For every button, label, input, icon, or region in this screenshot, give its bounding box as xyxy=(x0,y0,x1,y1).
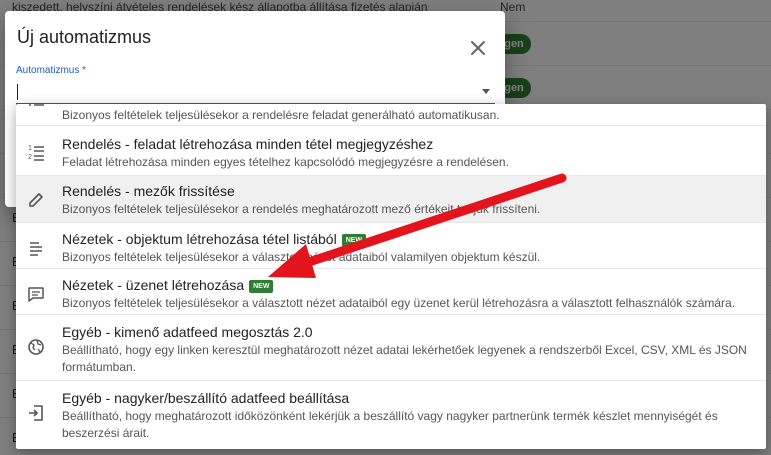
list-item[interactable]: Egyéb - nagyker/beszállító adatfeed beál… xyxy=(16,381,766,449)
list-item-description: Bizonyos feltételek teljesülésekor a vál… xyxy=(62,296,736,310)
list-item[interactable]: Nézetek - objektum létrehozása tétel lis… xyxy=(16,223,766,269)
list-item-description: Beállítható, hogy egy linken keresztül m… xyxy=(62,343,747,374)
list-item-title: Nézetek - objektum létrehozása tétel lis… xyxy=(62,231,367,247)
import-icon xyxy=(29,405,43,421)
list-item-title: Egyéb - kimenő adatfeed megosztás 2.0 xyxy=(62,324,313,340)
list-item-title: Rendelés - mezők frissítése xyxy=(62,183,235,199)
chevron-down-icon[interactable] xyxy=(482,89,490,94)
globe-icon xyxy=(28,339,44,355)
list-item[interactable]: Rendelés - mezők frissítése Bizonyos fel… xyxy=(16,176,766,223)
close-button[interactable] xyxy=(467,37,489,59)
list-icon xyxy=(29,104,44,106)
svg-text:1: 1 xyxy=(28,145,32,152)
list-item-description: Feladat létrehozása minden egyes tételhe… xyxy=(62,155,509,169)
list-item[interactable]: Egyéb - kimenő adatfeed megosztás 2.0 Be… xyxy=(16,315,766,381)
list-item-description: Bizonyos feltételek teljesülésekor a vál… xyxy=(62,250,541,264)
list-item-title: Rendelés - feladat létrehozása minden té… xyxy=(62,136,434,152)
notes-icon xyxy=(30,242,42,256)
automation-field-label: Automatizmus * xyxy=(16,65,87,76)
close-icon xyxy=(471,41,485,55)
numbered-list-icon: 1 2 xyxy=(28,145,44,161)
list-item[interactable]: 1 2 Rendelés - feladat létrehozása minde… xyxy=(16,126,766,176)
pencil-icon xyxy=(29,193,43,207)
message-icon xyxy=(28,287,44,302)
list-item-title: Nézetek - üzenet létrehozása NEW xyxy=(62,277,274,293)
svg-text:2: 2 xyxy=(28,154,32,161)
list-item-label: Nézetek - objektum létrehozása tétel lis… xyxy=(62,231,337,247)
list-item[interactable]: Nézetek - üzenet létrehozása NEW Bizonyos… xyxy=(16,269,766,315)
new-badge: NEW xyxy=(341,234,367,247)
dialog-title: Új automatizmus xyxy=(17,27,152,47)
automation-options-list: Bizonyos feltételek teljesülésekor a ren… xyxy=(16,104,766,449)
list-item-description: Bizonyos feltételek teljesülésekor a ren… xyxy=(62,108,500,122)
list-item[interactable]: Bizonyos feltételek teljesülésekor a ren… xyxy=(16,104,766,126)
list-item-description: Beállítható, hogy meghatározott időközön… xyxy=(62,409,718,440)
text-cursor xyxy=(17,84,18,100)
list-item-description: Bizonyos feltételek teljesülésekor a ren… xyxy=(62,202,541,216)
automation-input[interactable] xyxy=(16,81,495,105)
list-item-title: Egyéb - nagyker/beszállító adatfeed beál… xyxy=(62,390,350,406)
new-badge: NEW xyxy=(249,280,274,293)
list-item-label: Nézetek - üzenet létrehozása xyxy=(62,277,245,293)
